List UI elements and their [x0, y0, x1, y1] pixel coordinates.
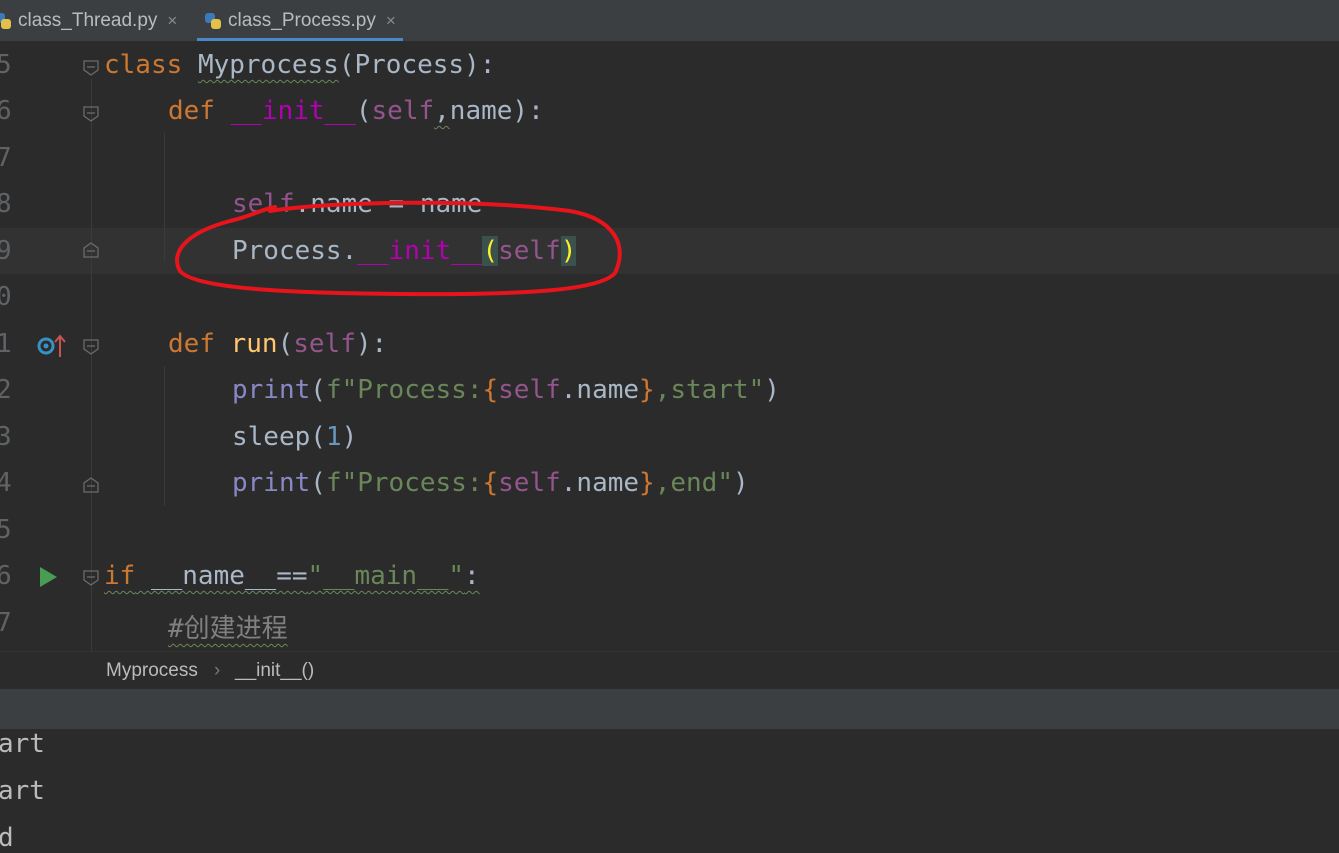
breadcrumb-class[interactable]: Myprocess	[106, 660, 198, 682]
tab-class-thread[interactable]: class_Thread.py ×	[0, 0, 177, 41]
python-file-icon	[204, 12, 222, 30]
editor-tab-bar: class_Thread.py × class_Process.py ×	[0, 0, 1339, 42]
breadcrumb: Myprocess › __init__()	[0, 651, 1339, 690]
code-editor[interactable]: 5 6 7 8 9 0 1 2 3 4 5 6 7 class Myproces…	[0, 41, 1339, 651]
python-file-icon	[0, 12, 12, 30]
close-icon[interactable]: ×	[167, 11, 177, 31]
breadcrumb-method[interactable]: __init__()	[235, 660, 314, 682]
red-circle-annotation	[175, 200, 622, 297]
close-icon[interactable]: ×	[386, 11, 396, 31]
tab-label: class_Thread.py	[18, 9, 158, 31]
run-console[interactable]: art art d	[0, 729, 1339, 853]
console-line: art	[0, 776, 45, 806]
console-line: art	[0, 729, 45, 759]
breadcrumb-separator: ›	[214, 660, 221, 681]
console-line: d	[0, 823, 14, 853]
run-panel-header	[0, 689, 1339, 730]
tab-label: class_Process.py	[228, 9, 376, 31]
tab-class-process[interactable]: class_Process.py ×	[204, 0, 396, 41]
